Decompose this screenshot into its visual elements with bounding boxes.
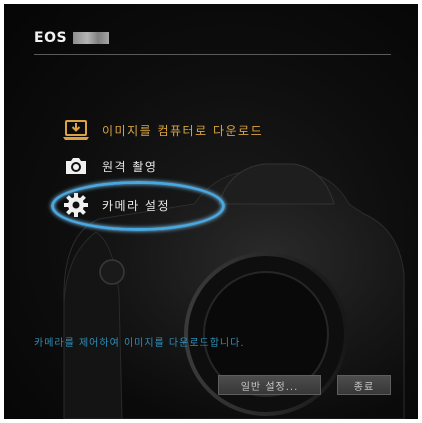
window-title: EOS [34,30,68,46]
header-divider [34,54,391,55]
menu-item-camera-settings[interactable]: 카메라 설정 [62,192,170,218]
status-text: 카메라를 제어하여 이미지를 다운로드합니다. [34,338,245,349]
laptop-download-icon [62,118,90,142]
menu-item-remote-shooting[interactable]: 원격 촬영 [62,153,157,179]
exit-button[interactable]: 종료 [337,375,391,395]
eos-utility-window: EOS 이미지를 컴퓨터로 다운로드 원격 촬영 카메라 설정 카메라를 제어하… [4,4,418,419]
menu-item-label: 원격 촬영 [102,159,158,174]
menu-item-label: 카메라 설정 [102,198,171,213]
model-name-redacted [73,32,110,44]
camera-icon [62,154,90,178]
gear-icon [62,193,90,217]
menu-item-download-images[interactable]: 이미지를 컴퓨터로 다운로드 [62,117,263,143]
window-header: EOS [34,26,110,50]
general-settings-button[interactable]: 일반 설정... [218,375,321,395]
menu-item-label: 이미지를 컴퓨터로 다운로드 [102,123,264,138]
